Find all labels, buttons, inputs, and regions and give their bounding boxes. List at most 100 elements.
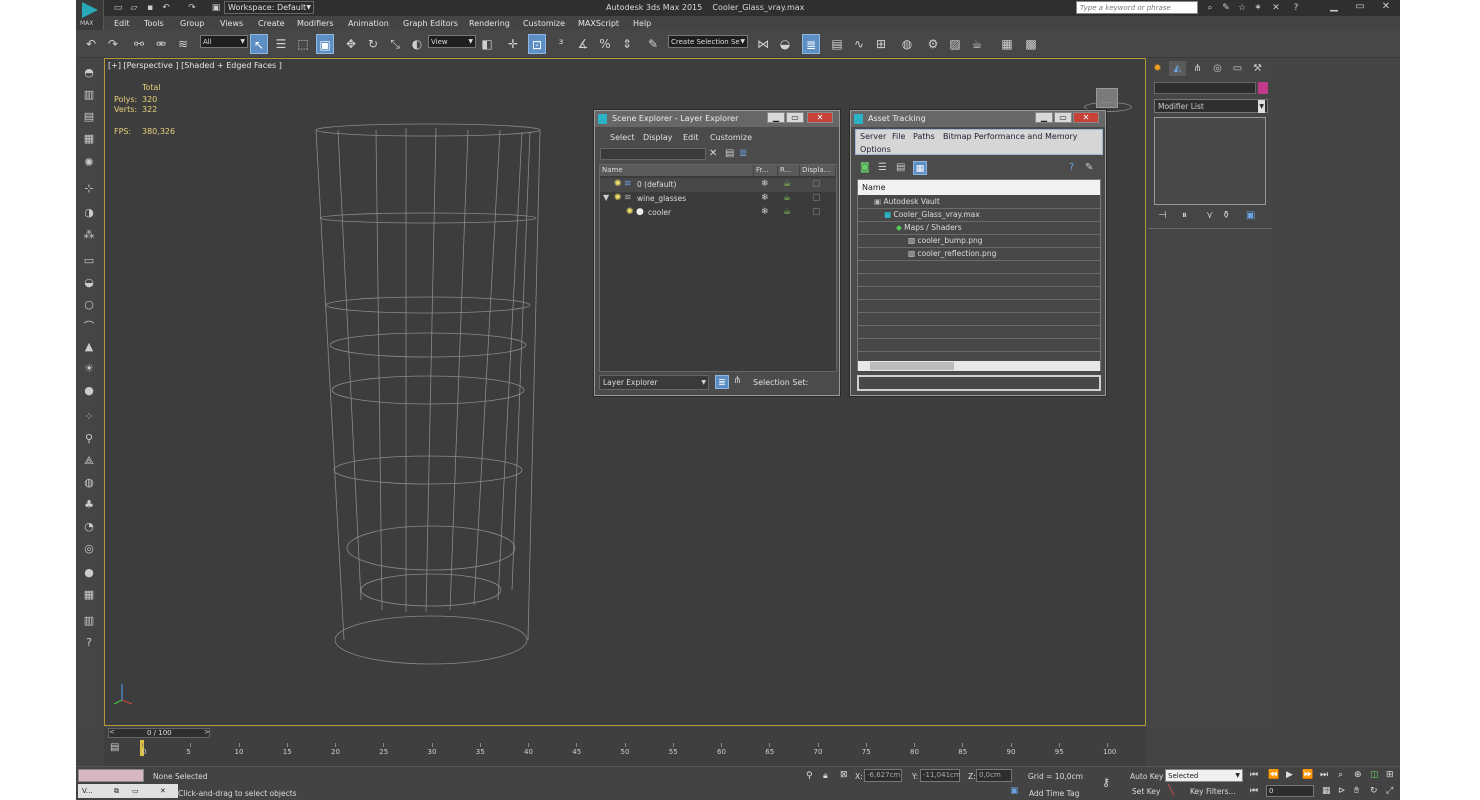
play-icon[interactable]: ▶: [1286, 770, 1293, 780]
y-coordinate-field[interactable]: -11,041cm: [920, 769, 961, 782]
find-icon[interactable]: ▤: [725, 148, 734, 159]
key-mode-dropdown[interactable]: Selected ▼: [1165, 769, 1243, 782]
configure-sets-icon[interactable]: ▣: [1246, 210, 1255, 221]
pin-stack-icon[interactable]: ⊣: [1158, 210, 1167, 221]
asset-row[interactable]: ▧ cooler_bump.png: [908, 236, 983, 245]
next-frame-icon[interactable]: ⏩: [1302, 770, 1313, 780]
object-color-swatch[interactable]: [1258, 82, 1268, 94]
light-bulb-icon[interactable]: ✺: [626, 207, 634, 217]
asset-menu-bitmap-performance[interactable]: Bitmap Performance and Memory: [943, 132, 1078, 141]
remove-modifier-icon[interactable]: ⚱: [1222, 210, 1230, 221]
field-of-view-icon[interactable]: ⊳: [1338, 786, 1346, 796]
current-frame-field[interactable]: 0: [1266, 785, 1314, 797]
render-teapot-icon[interactable]: ☕: [783, 193, 791, 203]
asset-menu-server[interactable]: Server: [860, 132, 886, 141]
details-view-icon[interactable]: ▤: [896, 162, 905, 173]
modifier-list-dropdown[interactable]: Modifier List ▼: [1154, 99, 1268, 113]
motion-tab-icon[interactable]: ◎: [1209, 61, 1226, 76]
z-coordinate-field[interactable]: 0,0cm: [976, 769, 1012, 782]
asset-row[interactable]: ◆ Maps / Shaders: [896, 223, 962, 232]
go-to-end-icon[interactable]: ⏭: [1320, 770, 1328, 780]
modify-tab-icon[interactable]: ◭: [1169, 61, 1186, 76]
clear-search-icon[interactable]: ✕: [709, 148, 717, 159]
hierarchy-tab-icon[interactable]: ⋔: [1189, 61, 1206, 76]
scene-explorer-menu-select[interactable]: Select: [610, 133, 635, 142]
restore-icon[interactable]: ⧉: [114, 784, 119, 798]
column-render[interactable]: R...: [778, 165, 800, 176]
asset-row[interactable]: ▣ Autodesk Vault: [874, 197, 940, 206]
isolate-selection-icon[interactable]: ⚲: [806, 771, 813, 781]
column-frozen[interactable]: Fr...: [754, 165, 778, 176]
time-slider-right-icon[interactable]: >: [204, 728, 210, 736]
display-box-icon[interactable]: ▢: [812, 207, 821, 217]
freeze-icon[interactable]: ❄: [761, 193, 769, 203]
key-filters-button[interactable]: Key Filters...: [1190, 787, 1236, 796]
orbit-icon[interactable]: ↻: [1370, 786, 1378, 796]
taskbar-item[interactable]: V... ⧉ ▭ ✕: [78, 784, 178, 798]
render-teapot-icon[interactable]: ☕: [783, 207, 791, 217]
asset-row[interactable]: ■ Cooler_Glass_vray.max: [884, 210, 980, 219]
zoom-extents-all-icon[interactable]: ⊞: [1386, 770, 1394, 780]
time-slider-left-icon[interactable]: <: [109, 728, 115, 736]
asset-tracking-minimize-button[interactable]: ▁: [1035, 112, 1053, 123]
add-time-tag[interactable]: Add Time Tag: [1029, 789, 1079, 798]
scene-explorer-window[interactable]: Scene Explorer - Layer Explorer ▁ ▭ ✕ Se…: [594, 110, 840, 396]
help-icon[interactable]: ?: [1069, 162, 1074, 173]
display-box-icon[interactable]: ▢: [812, 179, 821, 189]
hierarchy-mode-icon[interactable]: ⋔: [733, 375, 741, 386]
display-box-icon[interactable]: ▢: [812, 193, 821, 203]
scene-explorer-tree[interactable]: Name Fr... R... Displa... ✺ ≋ 0 (default…: [599, 164, 837, 372]
create-tab-icon[interactable]: ✹: [1149, 61, 1166, 76]
asset-tracking-close-button[interactable]: ✕: [1073, 112, 1099, 123]
close-icon[interactable]: ✕: [160, 784, 166, 798]
refresh-icon[interactable]: ◙: [860, 162, 870, 173]
scene-explorer-search-input[interactable]: [600, 148, 706, 160]
tree-row[interactable]: ✺ ● cooler ❄ ☕ ▢: [600, 206, 836, 220]
column-display[interactable]: Displa...: [800, 165, 836, 176]
go-to-start-icon[interactable]: ⏮: [1250, 770, 1258, 780]
maximize-viewport-icon[interactable]: ⤢: [1386, 786, 1393, 796]
mini-curve-editor-icon[interactable]: ▤: [110, 742, 119, 753]
scene-explorer-close-button[interactable]: ✕: [807, 112, 833, 123]
asset-tree[interactable]: Name ▣ Autodesk Vault ■ Cooler_Glass_vra…: [857, 179, 1101, 372]
freeze-icon[interactable]: ❄: [761, 207, 769, 217]
scene-explorer-menu-customize[interactable]: Customize: [710, 133, 752, 142]
render-teapot-icon[interactable]: ☕: [783, 179, 791, 189]
asset-row[interactable]: ▧ cooler_reflection.png: [908, 249, 996, 258]
key-icon[interactable]: ⚷: [1102, 776, 1110, 789]
light-bulb-icon[interactable]: ✺: [614, 193, 622, 203]
auto-key-button[interactable]: Auto Key: [1130, 772, 1163, 781]
maximize-icon[interactable]: ▭: [132, 784, 139, 798]
tree-row[interactable]: ▼ ✺ ≋ wine_glasses ❄ ☕ ▢: [600, 192, 836, 206]
freeze-icon[interactable]: ❄: [761, 179, 769, 189]
absolute-mode-icon[interactable]: ⊠: [840, 770, 848, 780]
object-name-field[interactable]: [1154, 82, 1256, 94]
scene-explorer-maximize-button[interactable]: ▭: [786, 112, 804, 123]
make-unique-icon[interactable]: ⋎: [1206, 210, 1213, 221]
scene-explorer-menu-display[interactable]: Display: [643, 133, 673, 142]
layer-find-icon[interactable]: ≣: [739, 148, 747, 159]
asset-path-field[interactable]: [857, 375, 1101, 391]
selection-lock-icon[interactable]: 🔒︎: [823, 771, 828, 781]
x-coordinate-field[interactable]: -6,627cm: [864, 769, 902, 782]
time-configuration-icon[interactable]: ▦: [1322, 786, 1331, 796]
expand-triangle-icon[interactable]: ▼: [603, 193, 609, 202]
time-tag-icon[interactable]: ▣: [1010, 786, 1019, 796]
set-key-button[interactable]: Set Key: [1132, 787, 1160, 796]
utilities-tab-icon[interactable]: ⚒: [1249, 61, 1266, 76]
asset-tracking-maximize-button[interactable]: ▭: [1054, 112, 1072, 123]
display-tab-icon[interactable]: ▭: [1229, 61, 1246, 76]
asset-tracking-window[interactable]: Asset Tracking ▁ ▭ ✕ Server File Paths B…: [850, 110, 1106, 396]
key-mode-toggle-icon[interactable]: ⏮: [1250, 786, 1258, 796]
time-slider[interactable]: < 0 / 100 >: [108, 728, 210, 738]
show-end-result-icon[interactable]: ⏸: [1182, 210, 1187, 221]
column-name[interactable]: Name: [600, 165, 754, 176]
horizontal-scrollbar[interactable]: [858, 361, 1100, 371]
scene-explorer-minimize-button[interactable]: ▁: [767, 112, 785, 123]
asset-column-name[interactable]: Name: [858, 180, 1100, 195]
pan-icon[interactable]: ✋︎: [1354, 786, 1359, 796]
explorer-mode-dropdown[interactable]: Layer Explorer ▼: [599, 375, 709, 390]
maxscript-listener-field[interactable]: [78, 769, 144, 782]
list-view-icon[interactable]: ☰: [878, 162, 887, 173]
set-key-icon[interactable]: ╲: [1168, 785, 1174, 796]
